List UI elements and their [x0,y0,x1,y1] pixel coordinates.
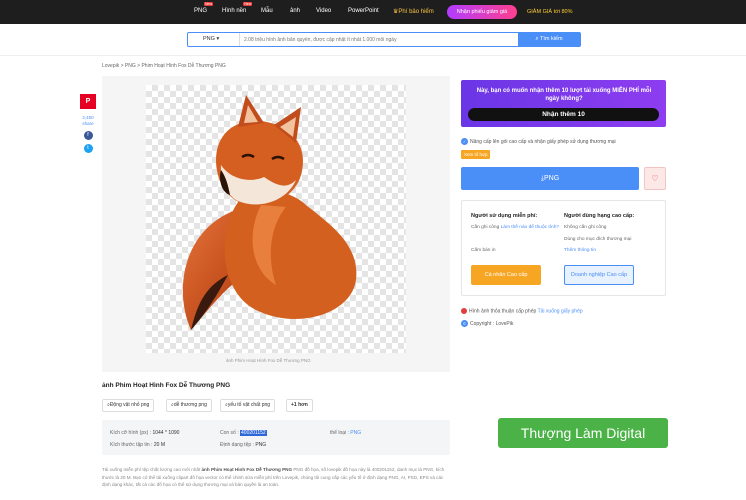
download-license-link[interactable]: Tải xuống giấy phép [538,308,583,314]
share-count-label: share [82,121,94,126]
detail-value: 20 M [153,442,165,448]
search-button-label: Tìm kiếm [539,36,563,42]
nav-premium-label: Phí bảo hiểm [398,9,434,15]
detail-label: Kích cỡ hình (px) : [110,430,152,436]
free-user-restriction: Cấm bán in [471,248,496,253]
detail-label: thể loại : [330,430,349,436]
detail-format: Định dạng tệp : PNG [220,442,266,448]
fox-illustration [182,95,357,330]
detail-size: Kích cỡ hình (px) : 1044 * 1090 [110,430,179,436]
heart-icon: ♡ [651,174,659,183]
detail-id: Con số : 400201152 [220,430,267,436]
upgrade-text: Nâng cấp lên gói cao cấp và nhận giấy ph… [470,138,616,145]
detail-category: thể loại : PNG [330,430,361,436]
share-count: 2,450 share [80,115,96,127]
free-download-promo: Này, bạn có muốn nhận thêm 10 lượt tải x… [461,80,666,127]
free-user-title: Người sử dụng miễn phí: [471,213,538,219]
top-navbar: PNG New Hình nền New Mẫu ảnh Video PowerPo… [0,0,746,24]
twitter-button[interactable]: t [83,144,93,153]
license-icon [461,308,467,314]
description-prefix: Tải xuống miễn phí tệp chất lượng cao mớ… [102,467,202,472]
page-title: ảnh Phim Hoạt Hình Fox Dễ Thương PNG [102,382,231,389]
copyright-text: Copyright : LovePik [470,320,514,327]
view-plans-tag[interactable]: Xem tổ hợp [461,150,491,159]
favorite-button[interactable]: ♡ [644,167,666,190]
facebook-button[interactable]: f [83,131,93,140]
tag-label: dễ thương png [173,402,207,408]
tag-chip[interactable]: ⌕dễ thương png [166,399,212,412]
new-badge: New [204,2,214,6]
personal-premium-button[interactable]: Cá nhân Cao cấp [471,265,541,285]
more-tags-button[interactable]: +1 hơn [286,399,313,412]
free-attribution-text: Cần ghi công [471,225,500,230]
share-sidebar: P 2,450 share f t [80,94,96,153]
shield-icon: ✓ [461,138,468,145]
download-button-label: PNG [543,175,560,182]
download-png-button[interactable]: ⤓PNG [461,167,639,190]
upgrade-info: ✓ Nâng cấp lên gói cao cấp và nhận giấy p… [461,138,616,145]
caret-down-icon: ▾ [216,36,220,42]
search-category-select[interactable]: PNG ▾ [188,33,240,46]
pinterest-button[interactable]: P [80,94,96,109]
nav-png[interactable]: PNG New [194,2,214,14]
nav-photos[interactable]: ảnh [290,8,300,14]
search-category-value: PNG [203,36,215,42]
search-input[interactable] [244,33,514,46]
business-premium-button[interactable]: Doanh nghiệp Cao cấp [564,265,634,285]
tag-label: Động vật nhỏ png [109,402,150,408]
search-bar: PNG ▾ ⌕ Tìm kiếm [187,32,581,47]
transparent-background [146,85,406,353]
more-info-link[interactable]: Thêm thông tin [564,247,596,254]
free-user-line: Cần ghi công Làm thế nào để thuộc tính? [471,224,561,231]
image-caption: ảnh Phim Hoạt Hình Fox Dễ Thương PNG [226,358,311,363]
license-panel: Người sử dụng miễn phí: Cần ghi công Làm… [461,200,666,296]
search-icon: ⌕ [535,36,539,42]
discount-text: GIẢM GIÁ tới 80% [527,9,573,15]
detail-filesize: Kích thước tập tin : 20 M [110,442,165,448]
detail-value: 1044 * 1090 [152,430,180,436]
nav-wallpaper-label: Hình nền [222,8,247,14]
nav-png-label: PNG [194,8,208,14]
breadcrumb[interactable]: Lovepik > PNG > Phim Hoạt Hình Fox Dễ Th… [102,63,226,69]
tag-chip[interactable]: ⌕Động vật nhỏ png [102,399,155,412]
nav-premium[interactable]: ♛Phí bảo hiểm [393,8,434,15]
coupon-button[interactable]: Nhận phiếu giảm giá [447,5,517,19]
copyright: © Copyright : LovePik [461,320,513,327]
new-badge: New [243,2,253,6]
nav-wallpaper[interactable]: Hình nền New [222,2,253,14]
detail-label: Kích thước tập tin : [110,442,153,448]
license-agreement: Hình ảnh thỏa thuận cấp phép Tải xuống g… [461,308,583,314]
category-link[interactable]: PNG [350,430,361,436]
watermark-banner: Thượng Làm Digital [498,418,668,448]
nav-powerpoint[interactable]: PowerPoint [348,8,379,14]
get-more-button[interactable]: Nhận thêm 10 [468,108,659,121]
premium-user-line: Không cần ghi công [564,225,607,230]
description-bold: ảnh Phim Hoạt Hình Fox Dễ Thương PNG [201,467,293,472]
promo-text: Này, bạn có muốn nhận thêm 10 lượt tải x… [476,88,652,102]
premium-user-line: Dùng cho mục đích thương mại [564,237,632,242]
detail-value: PNG [255,442,267,448]
details-panel: Kích cỡ hình (px) : 1044 * 1090 Kích thư… [102,420,450,455]
nav-video[interactable]: Video [316,8,331,14]
detail-label: Con số : [220,430,239,436]
search-button[interactable]: ⌕ Tìm kiếm [518,33,580,46]
detail-value: 400201152 [240,430,267,436]
description: Tải xuống miễn phí tệp chất lượng cao mớ… [102,466,448,489]
premium-user-title: Người dùng hạng cao cấp: [564,213,635,219]
tag-chip[interactable]: ⌕yếu tố vật chất png [220,399,276,412]
license-text: Hình ảnh thỏa thuận cấp phép [469,308,537,315]
shield-icon: © [461,320,468,327]
header-divider [0,55,746,56]
detail-label: Định dạng tệp : [220,442,254,448]
tag-label: yếu tố vật chất png [227,402,271,408]
attribution-link[interactable]: Làm thế nào để thuộc tính? [501,225,559,230]
nav-templates[interactable]: Mẫu [261,8,273,14]
